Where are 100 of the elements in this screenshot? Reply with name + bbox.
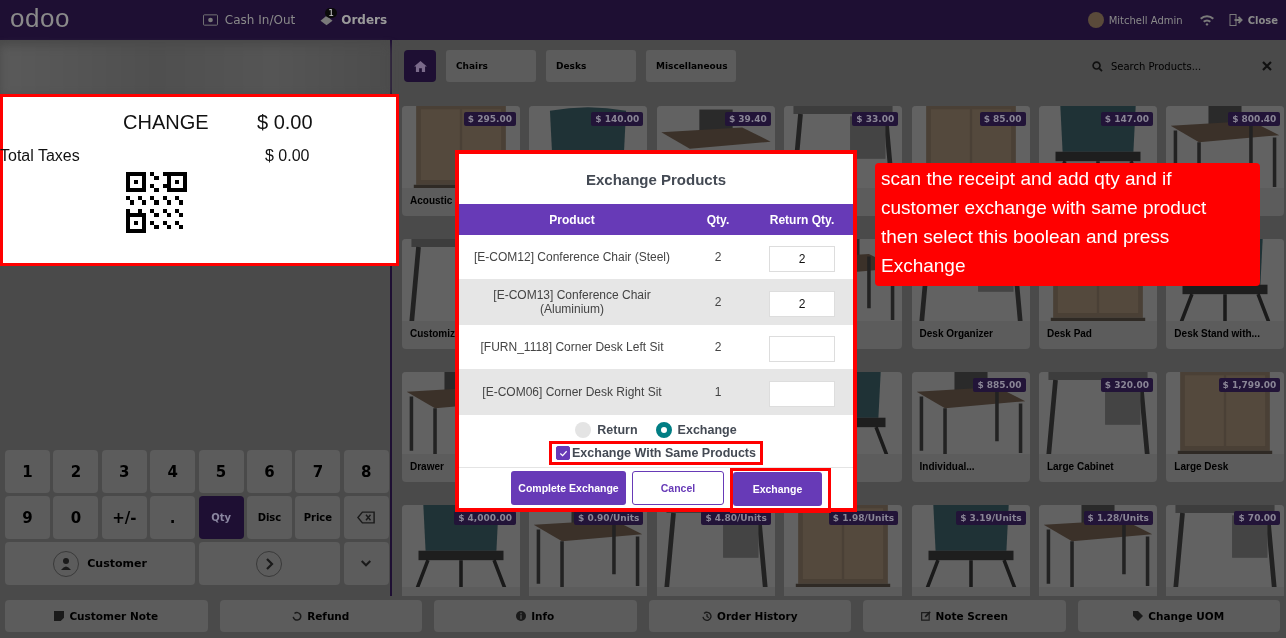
qty-cell-text: 2	[713, 340, 723, 354]
numpad-key[interactable]: 8	[343, 450, 389, 493]
numpad-key[interactable]: 6	[246, 450, 292, 493]
logo: odoo	[10, 2, 70, 34]
same-products-checkbox[interactable]: Exchange With Same Products	[549, 441, 763, 465]
dialog-button[interactable]: Cancel	[632, 471, 724, 505]
product-cell-text: [E-COM06] Corner Desk Right Sit	[481, 385, 663, 399]
ticket-icon	[319, 14, 335, 26]
numpad-key[interactable]: 2	[53, 450, 99, 493]
price-badge: $ 3.19/Units	[956, 511, 1026, 525]
close-button[interactable]: Close	[1228, 14, 1278, 26]
product-card[interactable]: $ 320.00 Large Cabinet	[1038, 372, 1157, 482]
annotation-tooltip: scan the receipt and add qty and if customer exchange with same product then select this boolean and press Exchange	[875, 163, 1260, 286]
dialog-button[interactable]: Complete Exchange	[511, 471, 626, 505]
return-qty-field[interactable]: 2	[769, 291, 835, 317]
numpad-key[interactable]: .	[150, 496, 196, 539]
price-badge: $ 1.98/Units	[828, 511, 899, 525]
numpad-key[interactable]: 0	[53, 496, 99, 539]
action-button[interactable]: Refund	[219, 600, 422, 632]
orders-count-badge: 1	[325, 8, 337, 18]
dialog-button[interactable]: Exchange	[733, 472, 822, 506]
backspace-key[interactable]	[343, 496, 389, 539]
sign-out-icon	[1228, 14, 1244, 26]
price-badge: $ 320.00	[1100, 378, 1153, 392]
price-badge: $ 885.00	[973, 378, 1026, 392]
product-card[interactable]: $ 4,000.00	[402, 505, 520, 596]
product-name: Large Desk	[1173, 460, 1229, 472]
price-badge: $ 800.40	[1228, 112, 1281, 126]
price-badge: $ 39.40	[724, 112, 771, 126]
taxes-value: $ 0.00	[265, 147, 310, 165]
numpad-key[interactable]: 9	[5, 496, 50, 539]
product-cell-text: [E-COM12] Conference Chair (Steel)	[472, 250, 672, 264]
column-header: Qty.	[705, 212, 731, 227]
numpad-key[interactable]: 5	[198, 450, 244, 493]
chevron-right-icon	[256, 550, 283, 577]
search-icon	[1092, 60, 1103, 72]
qty-cell-text: 1	[713, 385, 723, 399]
product-name: Large Cabinet	[1045, 460, 1114, 472]
avatar	[1087, 12, 1104, 28]
price-badge: $ 147.00	[1100, 112, 1153, 126]
return-qty-field[interactable]	[769, 336, 835, 362]
wifi-icon	[1198, 14, 1215, 26]
category-button[interactable]: Desks	[546, 50, 636, 82]
product-name: Desk Stand with...	[1173, 327, 1260, 339]
product-name: Acoustic	[409, 194, 453, 206]
product-card[interactable]: $ 3.19/Units	[911, 505, 1030, 596]
product-card[interactable]: $ 885.00 Individual...	[911, 372, 1030, 482]
product-cell-text: [E-COM13] Conference Chair (Aluminium)	[492, 288, 652, 316]
home-button[interactable]	[404, 50, 436, 82]
action-button[interactable]: Customer Note	[5, 600, 208, 632]
product-name: Desk Organizer	[918, 327, 993, 339]
user-name[interactable]: Mitchell Admin	[1108, 14, 1183, 26]
mode-key[interactable]: Disc	[246, 496, 292, 539]
price-badge: $ 70.00	[1234, 511, 1281, 525]
product-cell-text: [FURN_1118] Corner Desk Left Sit	[479, 340, 665, 354]
price-badge: $ 85.00	[979, 112, 1026, 126]
action-button[interactable]: Order History	[648, 600, 851, 632]
numpad-key[interactable]: 4	[150, 450, 196, 493]
qr-code-icon	[126, 172, 187, 233]
chevron-down-icon	[360, 559, 373, 568]
radio-option[interactable]: Return	[575, 422, 638, 438]
backspace-icon	[357, 511, 376, 524]
numpad-key[interactable]: 1	[5, 450, 50, 493]
price-badge: $ 33.00	[852, 112, 899, 126]
close-icon[interactable]	[1262, 61, 1272, 71]
undo-icon	[292, 611, 303, 621]
product-card[interactable]: $ 1,799.00 Large Desk	[1166, 372, 1285, 482]
mode-key[interactable]: Price	[295, 496, 341, 539]
action-button[interactable]: Change UOM	[1077, 600, 1280, 632]
mode-key[interactable]: Qty	[198, 496, 244, 539]
radio-option[interactable]: Exchange	[655, 422, 737, 438]
search-field[interactable]: Search Products...	[1092, 59, 1252, 73]
product-name: Individual...	[918, 460, 975, 472]
numpad-key[interactable]: 3	[101, 450, 147, 493]
change-label: CHANGE	[123, 111, 210, 134]
return-qty-field[interactable]: 2	[769, 246, 835, 272]
column-header: Return Qty.	[768, 212, 836, 227]
category-button[interactable]: Chairs	[446, 50, 536, 82]
chevron-down-button[interactable]	[343, 542, 389, 585]
cash-in-out-button[interactable]: Cash In/Out	[202, 13, 296, 27]
action-button[interactable]: Note Screen	[863, 600, 1066, 632]
product-name: Desk Pad	[1045, 327, 1092, 339]
price-badge: $ 1,799.00	[1218, 378, 1281, 392]
product-card[interactable]: $ 1.28/Units	[1038, 505, 1157, 596]
check-icon	[558, 448, 568, 458]
product-card[interactable]: $ 1.98/Units	[784, 505, 903, 596]
return-qty-field[interactable]	[769, 381, 835, 407]
product-name: Customiz	[409, 327, 455, 339]
price-badge: $ 295.00	[463, 112, 516, 126]
numpad-key[interactable]: 7	[295, 450, 341, 493]
dialog-title: Exchange Products	[584, 169, 727, 190]
action-button[interactable]: Info	[434, 600, 637, 632]
next-button[interactable]	[198, 542, 341, 585]
numpad-key[interactable]: +/-	[101, 496, 147, 539]
price-badge: $ 1.28/Units	[1083, 511, 1153, 525]
info-icon	[516, 611, 527, 621]
category-button[interactable]: Miscellaneous	[646, 50, 736, 82]
customer-button[interactable]: Customer	[5, 542, 196, 585]
qty-cell-text: 2	[713, 295, 723, 309]
product-card[interactable]: $ 70.00	[1166, 505, 1285, 596]
